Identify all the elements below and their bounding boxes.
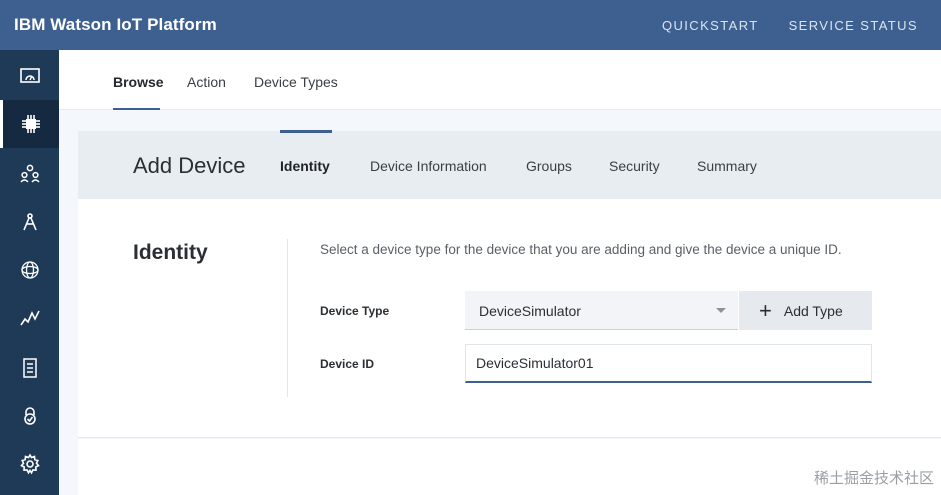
extensions-icon — [20, 261, 39, 279]
sidebar-item-settings[interactable] — [0, 440, 59, 488]
chevron-down-icon — [716, 308, 726, 313]
top-bar: IBM Watson IoT Platform QUICKSTART SERVI… — [0, 0, 941, 50]
active-step-indicator — [280, 130, 332, 133]
add-type-label: Add Type — [783, 302, 843, 319]
sidebar-item-members[interactable] — [0, 150, 59, 198]
step-groups[interactable]: Groups — [526, 158, 572, 174]
section-description: Select a device type for the device that… — [320, 242, 842, 257]
tab-device-types[interactable]: Device Types — [254, 74, 338, 90]
device-type-select[interactable]: DeviceSimulator — [465, 291, 738, 330]
wizard-body: Identity Select a device type for the de… — [78, 199, 941, 438]
lower-area — [78, 439, 941, 495]
step-summary[interactable]: Summary — [697, 158, 757, 174]
members-icon — [19, 164, 40, 183]
apps-icon — [22, 213, 37, 231]
main-tabs: Browse Action Device Types — [59, 50, 941, 110]
sidebar-item-apps[interactable] — [0, 198, 59, 246]
active-tab-indicator — [113, 108, 160, 110]
device-id-label: Device ID — [320, 357, 375, 371]
sidebar-item-usage[interactable] — [0, 294, 59, 342]
step-device-information[interactable]: Device Information — [370, 158, 487, 174]
section-title: Identity — [133, 241, 208, 264]
step-identity[interactable]: Identity — [280, 158, 330, 174]
devices-icon — [22, 115, 40, 133]
sidebar-item-rules[interactable] — [0, 344, 59, 392]
sidebar-item-security[interactable] — [0, 392, 59, 440]
plus-icon: + — [759, 297, 772, 323]
gear-icon — [19, 453, 40, 475]
sidebar-item-devices[interactable] — [0, 100, 59, 148]
sidebar-item-dashboard[interactable] — [0, 52, 59, 100]
quickstart-link[interactable]: QUICKSTART — [662, 18, 759, 33]
device-type-label: Device Type — [320, 304, 390, 318]
wizard-header: Add Device Identity Device Information G… — [78, 130, 941, 199]
top-nav: QUICKSTART SERVICE STATUS — [632, 18, 918, 33]
tab-browse[interactable]: Browse — [113, 74, 164, 90]
watermark: 稀土掘金技术社区 — [813, 469, 934, 487]
sidebar — [0, 50, 59, 495]
app-title[interactable]: IBM Watson IoT Platform — [14, 15, 217, 35]
tab-action[interactable]: Action — [187, 74, 226, 90]
service-status-link[interactable]: SERVICE STATUS — [789, 18, 918, 33]
add-type-button[interactable]: + Add Type — [739, 291, 872, 330]
sidebar-item-extensions[interactable] — [0, 246, 59, 294]
section-divider — [287, 239, 288, 397]
device-type-value: DeviceSimulator — [479, 303, 581, 319]
usage-icon — [19, 310, 40, 326]
dashboard-icon — [19, 68, 40, 83]
wizard-title: Add Device — [133, 153, 246, 178]
step-security[interactable]: Security — [609, 158, 660, 174]
device-id-input[interactable] — [465, 344, 872, 383]
lock-icon — [23, 407, 36, 425]
rules-icon — [22, 358, 37, 378]
